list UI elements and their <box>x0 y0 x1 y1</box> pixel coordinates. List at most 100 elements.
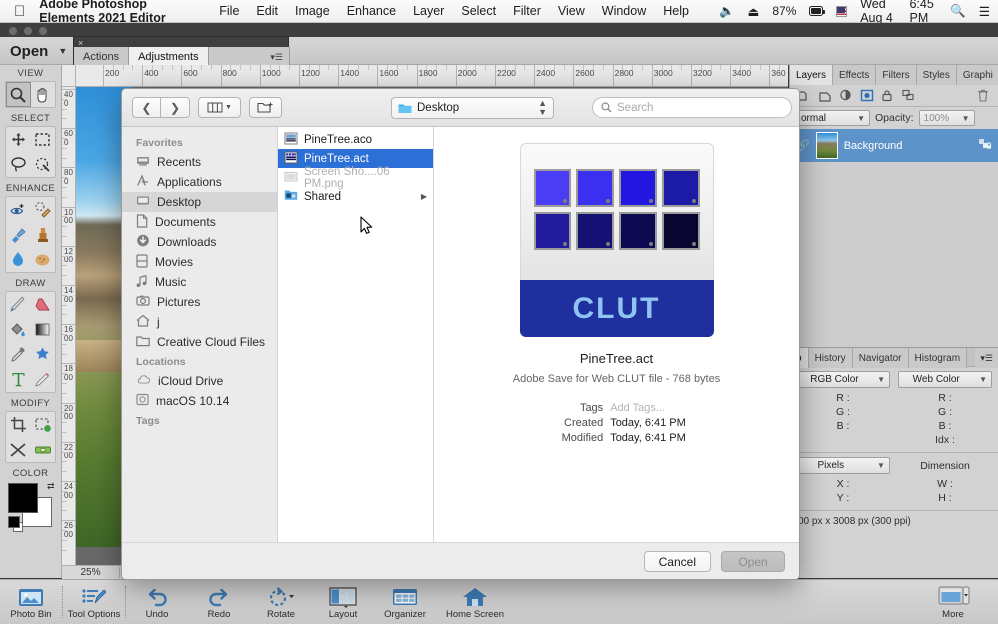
organizer-button[interactable]: Organizer <box>374 580 436 624</box>
sidebar-item-recents[interactable]: Recents <box>122 152 277 172</box>
hand-tool[interactable] <box>31 82 56 107</box>
active-app-name[interactable]: Adobe Photoshop Elements 2021 Editor <box>39 0 201 25</box>
rectangular-marquee-tool[interactable] <box>31 127 56 152</box>
default-colors-fg-icon[interactable] <box>7 516 20 528</box>
add-tags-field[interactable]: Add Tags... <box>610 401 665 416</box>
chevron-left-icon[interactable]: ❮ <box>132 97 161 118</box>
menu-window[interactable]: Window <box>602 4 646 18</box>
spotlight-search-icon[interactable]: 🔍 <box>950 4 966 19</box>
layout-button[interactable]: Layout <box>312 580 374 624</box>
menu-select[interactable]: Select <box>461 4 496 18</box>
path-popup-button[interactable]: Desktop ▲ ▼ <box>391 97 554 119</box>
straighten-tool[interactable] <box>31 437 56 462</box>
redo-button[interactable]: Redo <box>188 580 250 624</box>
menu-layer[interactable]: Layer <box>413 4 444 18</box>
layer-row-background[interactable]: 🔗 Background <box>790 129 998 162</box>
sidebar-item-desktop[interactable]: Desktop <box>122 192 277 212</box>
tab-history[interactable]: History <box>808 348 853 368</box>
maximize-window-button[interactable] <box>39 27 47 35</box>
menu-enhance[interactable]: Enhance <box>347 4 396 18</box>
menu-filter[interactable]: Filter <box>513 4 541 18</box>
sponge-tool[interactable] <box>31 247 56 272</box>
horizontal-ruler[interactable]: 200 400 600 800 1000 1200 1400 1600 1800 2000 2200… <box>76 65 788 87</box>
apple-menu-icon[interactable]:  <box>14 4 25 19</box>
tab-layers[interactable]: Layers <box>790 65 834 85</box>
eraser-tool[interactable] <box>31 292 56 317</box>
sidebar-item-creative-cloud-files[interactable]: Creative Cloud Files <box>122 332 277 352</box>
delete-layer-icon[interactable] <box>977 89 991 102</box>
control-center-icon[interactable]: ☰ <box>979 4 990 19</box>
spot-healing-brush-tool[interactable] <box>31 197 56 222</box>
recompose-tool[interactable] <box>31 412 56 437</box>
sidebar-item-music[interactable]: Music <box>122 272 277 292</box>
panel-menu-icon[interactable]: ▾☰ <box>975 348 998 368</box>
tab-navigator[interactable]: Navigator <box>852 348 909 368</box>
file-row-shared[interactable]: Shared ▶ <box>278 187 433 206</box>
close-window-button[interactable] <box>9 27 17 35</box>
move-tool[interactable] <box>6 127 31 152</box>
cancel-button[interactable]: Cancel <box>643 551 711 572</box>
type-tool[interactable] <box>6 367 31 392</box>
layers-list[interactable]: 🔗 Background <box>790 129 998 347</box>
blur-tool[interactable] <box>6 247 31 272</box>
window-traffic-lights[interactable] <box>9 27 47 35</box>
menu-view[interactable]: View <box>558 4 585 18</box>
column-view-icon[interactable]: ▼ <box>198 97 241 118</box>
sidebar-item-home[interactable]: j <box>122 312 277 332</box>
zoom-level-field[interactable]: 25% <box>62 567 120 578</box>
home-screen-button[interactable]: Home Screen <box>436 580 514 624</box>
file-row-pinetree-aco[interactable]: PineTree.aco <box>278 130 433 149</box>
tab-filters[interactable]: Filters <box>876 65 917 85</box>
paint-bucket-tool[interactable] <box>6 317 31 342</box>
new-layer-icon[interactable] <box>818 89 832 102</box>
more-panels-button[interactable]: More <box>922 580 984 624</box>
sidebar-item-pictures[interactable]: Pictures <box>122 292 277 312</box>
foreground-background-color[interactable]: ⇄ <box>7 481 55 532</box>
layer-mask-icon[interactable] <box>860 89 874 102</box>
blend-mode-dropdown[interactable]: ormal ▼ <box>796 110 870 126</box>
brush-tool[interactable] <box>6 292 31 317</box>
tool-options-button[interactable]: Tool Options <box>63 580 125 624</box>
tab-styles[interactable]: Styles <box>916 65 957 85</box>
new-folder-icon[interactable] <box>249 97 282 118</box>
sidebar-item-icloud-drive[interactable]: iCloud Drive <box>122 371 277 391</box>
adjustment-layer-icon[interactable] <box>839 89 853 102</box>
menu-edit[interactable]: Edit <box>256 4 278 18</box>
smart-brush-tool[interactable] <box>6 222 31 247</box>
us-flag-icon[interactable] <box>836 5 848 17</box>
lock-icon[interactable] <box>881 89 895 102</box>
menu-image[interactable]: Image <box>295 4 330 18</box>
left-color-mode-dropdown[interactable]: RGB Color ▼ <box>796 371 890 388</box>
sidebar-item-movies[interactable]: Movies <box>122 252 277 272</box>
undo-button[interactable]: Undo <box>126 580 188 624</box>
search-field[interactable]: Search <box>592 97 792 118</box>
eject-icon[interactable]: ⏏ <box>748 4 760 19</box>
group-icon[interactable] <box>902 89 916 102</box>
tab-histogram[interactable]: Histogram <box>908 348 968 368</box>
pencil-tool[interactable] <box>31 367 56 392</box>
battery-icon[interactable] <box>809 6 826 16</box>
open-button[interactable]: Open ▼ <box>10 39 67 63</box>
file-row-screenshot-png[interactable]: Screen Sho....06 PM.png <box>278 166 433 190</box>
custom-shape-tool[interactable] <box>31 342 56 367</box>
chevron-right-icon[interactable]: ▶ <box>421 192 427 201</box>
foreground-color-swatch[interactable] <box>7 483 38 513</box>
panel-menu-icon[interactable]: ▾☰ <box>208 47 290 67</box>
opacity-field[interactable]: 100% ▼ <box>918 110 975 126</box>
content-aware-move-tool[interactable] <box>6 437 31 462</box>
units-dropdown[interactable]: Pixels ▼ <box>796 457 890 474</box>
sidebar-item-applications[interactable]: Applications <box>122 172 277 192</box>
rotate-button[interactable]: Rotate <box>250 580 312 624</box>
speaker-icon[interactable]: 🔈 <box>719 4 735 19</box>
tab-actions[interactable]: Actions <box>74 47 130 67</box>
red-eye-removal-tool[interactable] <box>6 197 31 222</box>
tab-adjustments[interactable]: Adjustments <box>129 47 209 67</box>
sidebar-item-macos-drive[interactable]: macOS 10.14 <box>122 391 277 411</box>
photo-bin-button[interactable]: Photo Bin <box>0 580 62 624</box>
crop-tool[interactable] <box>6 412 31 437</box>
menu-help[interactable]: Help <box>663 4 689 18</box>
file-list[interactable]: PineTree.aco PineTree.act Screen Sho....… <box>278 127 434 542</box>
chevron-down-icon[interactable]: ▼ <box>58 46 67 56</box>
chevron-right-icon[interactable]: ❯ <box>161 97 190 118</box>
eyedropper-tool[interactable] <box>6 342 31 367</box>
